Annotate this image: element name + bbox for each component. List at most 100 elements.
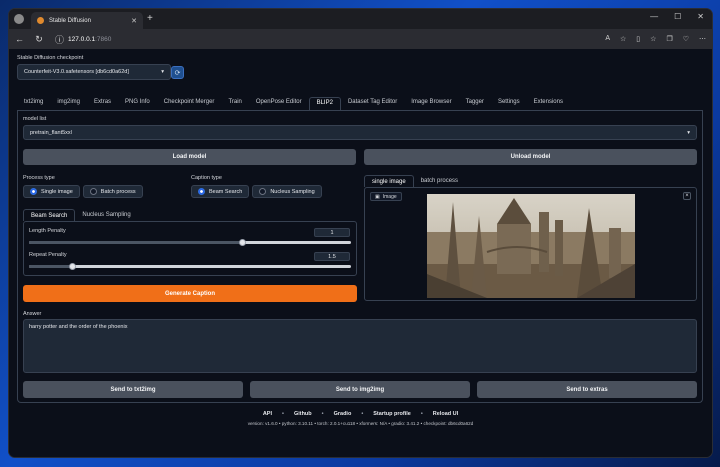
split-screen-icon[interactable]: ▯ — [636, 35, 640, 43]
profile-icon[interactable] — [14, 14, 24, 24]
model-list-value: pretrain_flant5xxl — [30, 129, 72, 136]
footer-link-gradio[interactable]: Gradio — [334, 411, 352, 417]
tab-png-info[interactable]: PNG Info — [118, 97, 157, 110]
tab-image-browser[interactable]: Image Browser — [404, 97, 458, 110]
image-input-tabs: single image batch process — [364, 175, 465, 187]
length-penalty-fill — [29, 241, 242, 244]
tab-single-image[interactable]: single image — [364, 175, 414, 187]
uploaded-image — [427, 194, 635, 298]
image-icon: ▣ — [375, 193, 380, 200]
model-list-dropdown[interactable]: pretrain_flant5xxl ▾ — [23, 125, 697, 140]
sub-tab-beam-search[interactable]: Beam Search — [23, 209, 76, 221]
footer-links: API • Github • Gradio • Startup profile • Reload… — [9, 411, 712, 417]
collections-icon[interactable]: ❐ — [666, 35, 672, 43]
radio-beam-search-label: Beam Search — [209, 188, 243, 195]
browser-toolbar: A ☆ ▯ ☆ ❐ ♡ ⋯ — [605, 35, 706, 43]
extensions-icon[interactable]: ♡ — [683, 35, 689, 43]
repeat-penalty-slider[interactable] — [29, 263, 351, 270]
tab-blip2[interactable]: BLIP2 — [308, 97, 341, 110]
browser-window: Stable Diffusion ✕ + — ☐ ✕ ← ↻ ⓘ 127.0.0… — [9, 9, 712, 457]
radio-nucleus-sampling-label: Nucleus Sampling — [270, 188, 315, 195]
webui-page: Stable Diffusion checkpoint Counterfeit-… — [9, 49, 712, 457]
tab-extras[interactable]: Extras — [87, 97, 118, 110]
footer-link-github[interactable]: Github — [294, 411, 312, 417]
close-window-icon[interactable]: ✕ — [697, 12, 704, 21]
minimize-icon[interactable]: — — [650, 12, 658, 21]
generate-caption-button[interactable]: Generate Caption — [23, 285, 357, 302]
image-label-tag: ▣ Image — [370, 192, 402, 201]
radio-dot-icon — [89, 188, 97, 195]
repeat-penalty-thumb[interactable] — [69, 263, 76, 270]
length-penalty-slider[interactable] — [29, 239, 351, 246]
favorite-star-icon[interactable]: ☆ — [620, 35, 626, 43]
maximize-icon[interactable]: ☐ — [674, 12, 681, 21]
tab-dataset-tag-editor[interactable]: Dataset Tag Editor — [341, 97, 404, 110]
tab-txt2img[interactable]: txt2img — [17, 97, 50, 110]
tab-batch-process[interactable]: batch process — [414, 175, 465, 187]
image-label-text: Image — [382, 193, 397, 200]
load-model-button[interactable]: Load model — [23, 149, 356, 165]
browser-tab-title: Stable Diffusion — [49, 17, 91, 24]
checkpoint-value: Counterfeit-V3.0.safetensors [db6cd0a62d… — [24, 69, 129, 75]
tab-tagger[interactable]: Tagger — [459, 97, 491, 110]
unload-model-button[interactable]: Unload model — [364, 149, 697, 165]
footer-link-startup-profile[interactable]: Startup profile — [373, 411, 411, 417]
send-to-txt2img-button[interactable]: Send to txt2img — [23, 381, 243, 398]
sub-tab-nucleus-sampling[interactable]: Nucleus Sampling — [75, 209, 137, 221]
favorites-icon[interactable]: ☆ — [650, 35, 656, 43]
clear-image-icon[interactable]: × — [683, 192, 691, 200]
tab-checkpoint-merger[interactable]: Checkpoint Merger — [157, 97, 222, 110]
sampling-sub-tabs: Beam Search Nucleus Sampling — [23, 209, 138, 221]
repeat-penalty-fill — [29, 265, 72, 268]
chevron-down-icon: ▾ — [161, 69, 164, 75]
castle-photo-illustration — [427, 194, 635, 298]
tab-openpose-editor[interactable]: OpenPose Editor — [249, 97, 309, 110]
footer-separator: • — [282, 411, 284, 417]
radio-beam-search[interactable]: Beam Search — [191, 185, 250, 198]
more-icon[interactable]: ⋯ — [699, 35, 706, 43]
radio-batch-process[interactable]: Batch process — [82, 185, 143, 198]
radio-single-image[interactable]: Single image — [23, 185, 80, 198]
footer-separator: • — [361, 411, 364, 417]
checkpoint-dropdown[interactable]: Counterfeit-V3.0.safetensors [db6cd0a62d… — [17, 64, 171, 80]
process-type-label: Process type — [23, 175, 55, 181]
tab-extensions[interactable]: Extensions — [527, 97, 570, 110]
tab-train[interactable]: Train — [221, 97, 248, 110]
footer-version-info: version: v1.6.0 • python: 3.10.11 • torc… — [247, 421, 474, 426]
radio-single-image-label: Single image — [41, 188, 73, 195]
new-tab-icon[interactable]: + — [147, 13, 153, 24]
back-icon[interactable]: ← — [15, 34, 24, 44]
answer-label: Answer — [23, 311, 42, 317]
caption-type-radio-group: Beam Search Nucleus Sampling — [191, 185, 322, 198]
footer-link-api[interactable]: API — [263, 411, 272, 417]
radio-nucleus-sampling[interactable]: Nucleus Sampling — [252, 185, 322, 198]
favicon-icon — [37, 17, 44, 24]
length-penalty-input[interactable]: 1 — [314, 228, 350, 237]
tab-img2img[interactable]: img2img — [50, 97, 87, 110]
refresh-page-icon[interactable]: ↻ — [35, 34, 43, 45]
url-host: 127.0.0.1 — [68, 35, 96, 43]
process-type-radio-group: Single image Batch process — [23, 185, 143, 198]
radio-dot-icon — [259, 188, 267, 195]
answer-textbox[interactable]: harry potter and the order of the phoeni… — [23, 319, 697, 373]
refresh-checkpoint-button[interactable]: ⟳ — [171, 66, 184, 79]
repeat-penalty-input[interactable]: 1.5 — [314, 252, 350, 261]
length-penalty-thumb[interactable] — [239, 239, 246, 246]
browser-tab[interactable]: Stable Diffusion ✕ — [31, 12, 143, 29]
read-aloud-icon[interactable]: A — [605, 35, 610, 43]
footer-separator: • — [321, 411, 324, 417]
chevron-down-icon: ▾ — [687, 129, 690, 136]
info-icon[interactable]: ⓘ — [55, 33, 64, 46]
tab-settings[interactable]: Settings — [491, 97, 527, 110]
radio-dot-icon — [198, 188, 205, 195]
close-tab-icon[interactable]: ✕ — [131, 17, 137, 25]
model-list-label: model list — [23, 116, 47, 122]
refresh-icon: ⟳ — [174, 69, 181, 77]
send-to-extras-button[interactable]: Send to extras — [477, 381, 697, 398]
url-field[interactable]: ⓘ 127.0.0.1:7860 — [55, 32, 593, 46]
checkpoint-label: Stable Diffusion checkpoint — [17, 55, 84, 61]
send-to-img2img-button[interactable]: Send to img2img — [250, 381, 470, 398]
image-upload-area[interactable]: ▣ Image × — [364, 187, 697, 301]
footer-link-reload-ui[interactable]: Reload UI — [433, 411, 458, 417]
footer-separator: • — [420, 411, 423, 417]
